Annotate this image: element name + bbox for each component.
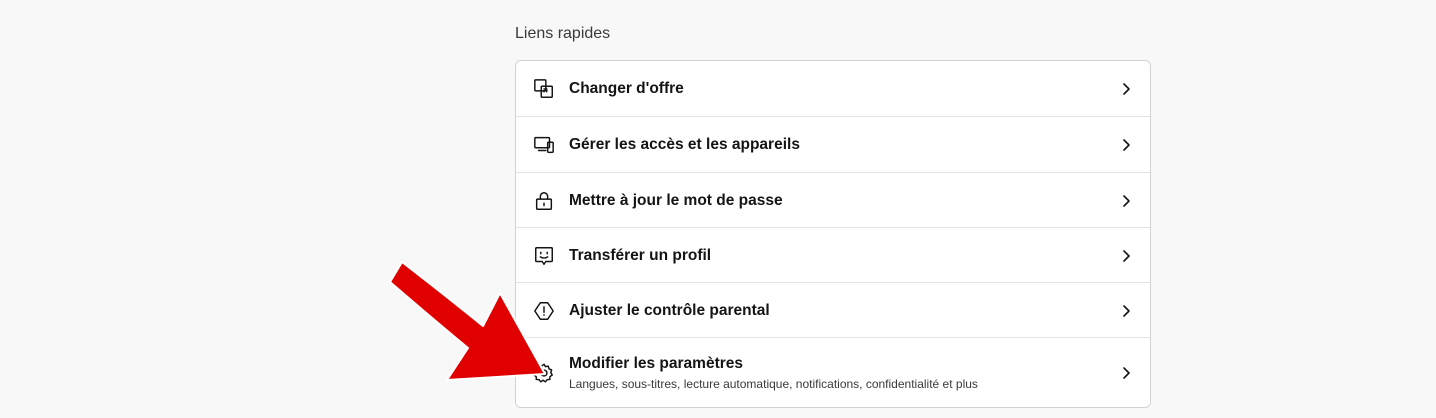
quick-link-label: Modifier les paramètres xyxy=(569,355,744,372)
quick-link-transfer-profile[interactable]: Transférer un profil xyxy=(516,228,1150,283)
gear-icon xyxy=(533,362,555,384)
chevron-right-icon xyxy=(1119,82,1133,96)
quick-link-edit-settings[interactable]: Modifier les paramètres Langues, sous-ti… xyxy=(516,338,1150,407)
chevron-right-icon xyxy=(1119,194,1133,208)
devices-icon xyxy=(533,134,555,156)
quick-link-label: Changer d'offre xyxy=(569,79,684,97)
profile-transfer-icon xyxy=(533,245,555,267)
chevron-right-icon xyxy=(1119,249,1133,263)
quick-links-card: Changer d'offre Gérer les accès et les a… xyxy=(515,60,1151,408)
quick-link-label: Ajuster le contrôle parental xyxy=(569,301,770,319)
quick-link-label: Gérer les accès et les appareils xyxy=(569,135,800,153)
quick-link-parental-controls[interactable]: Ajuster le contrôle parental xyxy=(516,283,1150,338)
quick-link-label: Mettre à jour le mot de passe xyxy=(569,191,783,209)
quick-link-label: Transférer un profil xyxy=(569,246,712,264)
quick-link-update-password[interactable]: Mettre à jour le mot de passe xyxy=(516,173,1150,228)
chevron-right-icon xyxy=(1119,138,1133,152)
section-title: Liens rapides xyxy=(515,25,611,42)
swap-plan-icon xyxy=(533,78,555,100)
parental-control-icon xyxy=(533,300,555,322)
quick-link-change-plan[interactable]: Changer d'offre xyxy=(516,61,1150,116)
chevron-right-icon xyxy=(1119,304,1133,318)
lock-icon xyxy=(533,190,555,212)
chevron-right-icon xyxy=(1119,366,1133,380)
quick-link-manage-devices[interactable]: Gérer les accès et les appareils xyxy=(516,117,1150,172)
quick-link-sublabel: Langues, sous-titres, lecture automatiqu… xyxy=(569,377,978,391)
